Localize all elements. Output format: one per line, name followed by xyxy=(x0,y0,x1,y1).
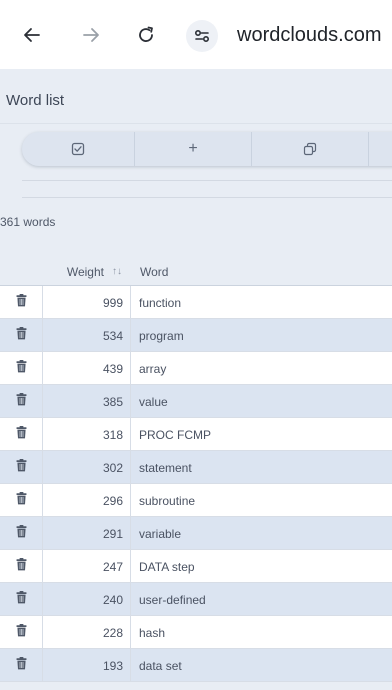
delete-row-button[interactable] xyxy=(0,484,43,517)
reload-icon xyxy=(139,26,153,42)
checkbox-icon xyxy=(71,142,85,156)
delete-row-button[interactable] xyxy=(0,649,43,682)
delete-row-button[interactable] xyxy=(0,550,43,583)
word-table: Weight ↑↓ Word 999 function 534 program 439 a… xyxy=(0,258,392,682)
table-row: 228 hash xyxy=(0,616,392,649)
word-cell[interactable]: variable xyxy=(131,517,181,550)
trash-icon xyxy=(16,392,27,411)
divider xyxy=(22,197,392,198)
weight-cell[interactable]: 228 xyxy=(43,616,131,649)
trash-icon xyxy=(16,359,27,378)
site-settings-button[interactable] xyxy=(186,20,218,52)
weight-cell[interactable]: 247 xyxy=(43,550,131,583)
delete-row-button[interactable] xyxy=(0,286,43,319)
weight-cell[interactable]: 385 xyxy=(43,385,131,418)
weight-cell[interactable]: 296 xyxy=(43,484,131,517)
back-button[interactable] xyxy=(19,22,45,48)
trash-icon xyxy=(16,656,27,675)
copy-icon xyxy=(303,142,317,156)
divider xyxy=(0,123,392,124)
trash-icon xyxy=(16,623,27,642)
weight-cell[interactable]: 318 xyxy=(43,418,131,451)
weight-header-label: Weight xyxy=(66,264,104,279)
delete-row-button[interactable] xyxy=(0,385,43,418)
trash-icon xyxy=(16,590,27,609)
reload-button[interactable] xyxy=(133,22,159,48)
weight-cell[interactable]: 534 xyxy=(43,319,131,352)
delete-row-button[interactable] xyxy=(0,616,43,649)
word-cell[interactable]: statement xyxy=(131,451,192,484)
word-cell[interactable]: user-defined xyxy=(131,583,206,616)
word-cell[interactable]: function xyxy=(131,286,181,319)
word-list-toolbar: + xyxy=(22,132,392,166)
trash-icon xyxy=(16,425,27,444)
weight-cell[interactable]: 240 xyxy=(43,583,131,616)
word-list-panel: Word list + 361 words Weight ↑↓ Word 999… xyxy=(0,69,392,690)
weight-cell[interactable]: 291 xyxy=(43,517,131,550)
trash-icon xyxy=(16,491,27,510)
table-row: 247 DATA step xyxy=(0,550,392,583)
site-settings-icon xyxy=(194,29,210,43)
delete-row-button[interactable] xyxy=(0,352,43,385)
table-row: 999 function xyxy=(0,286,392,319)
table-row: 534 program xyxy=(0,319,392,352)
delete-row-button[interactable] xyxy=(0,418,43,451)
delete-row-button[interactable] xyxy=(0,583,43,616)
table-row: 240 user-defined xyxy=(0,583,392,616)
sort-icon: ↑↓ xyxy=(112,266,122,277)
panel-title: Word list xyxy=(6,92,65,109)
delete-row-button[interactable] xyxy=(0,451,43,484)
forward-button[interactable] xyxy=(78,22,104,48)
word-count: 361 words xyxy=(0,215,56,229)
weight-cell[interactable]: 439 xyxy=(43,352,131,385)
trash-icon xyxy=(16,557,27,576)
table-row: 296 subroutine xyxy=(0,484,392,517)
word-cell[interactable]: array xyxy=(131,352,166,385)
word-cell[interactable]: value xyxy=(131,385,168,418)
trash-icon xyxy=(16,326,27,345)
trash-icon xyxy=(16,458,27,477)
word-cell[interactable]: DATA step xyxy=(131,550,195,583)
word-cell[interactable]: PROC FCMP xyxy=(131,418,211,451)
weight-column-header[interactable]: Weight ↑↓ xyxy=(35,258,131,285)
trash-icon xyxy=(16,524,27,543)
trash-icon xyxy=(16,293,27,312)
table-row: 193 data set xyxy=(0,649,392,682)
word-cell[interactable]: hash xyxy=(131,616,165,649)
table-row: 318 PROC FCMP xyxy=(0,418,392,451)
word-cell[interactable]: subroutine xyxy=(131,484,195,517)
table-row: 291 variable xyxy=(0,517,392,550)
select-all-button[interactable] xyxy=(22,132,135,166)
weight-cell[interactable]: 999 xyxy=(43,286,131,319)
delete-row-button[interactable] xyxy=(0,319,43,352)
table-row: 385 value xyxy=(0,385,392,418)
table-body: 999 function 534 program 439 array 385 value 318… xyxy=(0,286,392,682)
weight-cell[interactable]: 302 xyxy=(43,451,131,484)
table-header: Weight ↑↓ Word xyxy=(0,258,392,286)
word-cell[interactable]: program xyxy=(131,319,184,352)
table-row: 439 array xyxy=(0,352,392,385)
copy-button[interactable] xyxy=(252,132,369,166)
table-row: 302 statement xyxy=(0,451,392,484)
divider xyxy=(22,180,392,181)
address-bar-url[interactable]: wordclouds.com xyxy=(237,24,382,47)
delete-row-button[interactable] xyxy=(0,517,43,550)
forward-arrow-icon xyxy=(83,28,99,42)
browser-bar: wordclouds.com xyxy=(0,0,392,69)
word-column-header[interactable]: Word xyxy=(140,258,168,285)
add-word-button[interactable]: + xyxy=(135,132,252,166)
word-cell[interactable]: data set xyxy=(131,649,182,682)
plus-icon: + xyxy=(188,140,198,157)
weight-cell[interactable]: 193 xyxy=(43,649,131,682)
back-arrow-icon xyxy=(24,28,40,42)
